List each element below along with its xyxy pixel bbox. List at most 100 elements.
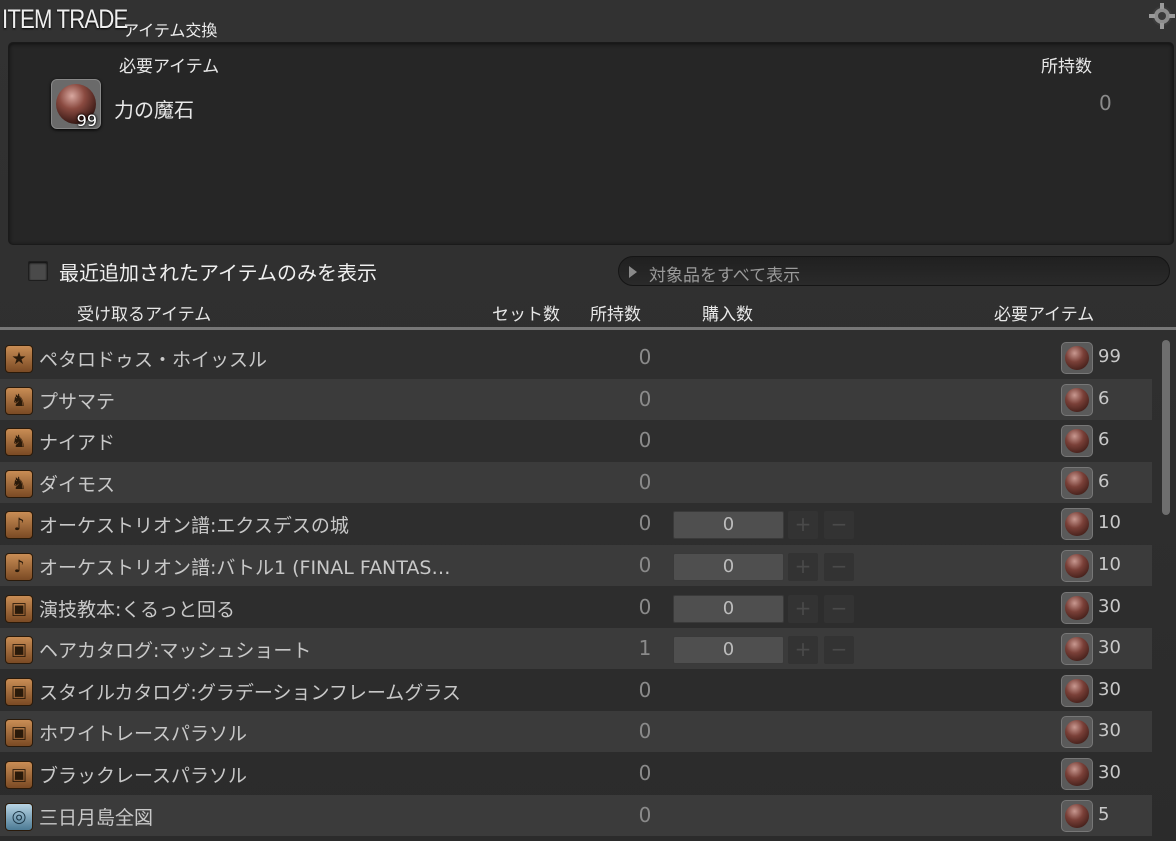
- item-name: ヘアカタログ:マッシュショート: [39, 640, 312, 662]
- cost-gem-icon[interactable]: [1061, 508, 1093, 540]
- column-header-required: 必要アイテム: [994, 305, 1095, 325]
- recent-only-checkbox[interactable]: [28, 261, 48, 281]
- item-cost: 30: [1098, 637, 1121, 658]
- mount-icon: ♞: [5, 387, 33, 415]
- item-name: ナイアド: [39, 432, 116, 454]
- item-cost: 6: [1098, 388, 1110, 409]
- purchase-quantity-input[interactable]: 0: [673, 636, 784, 664]
- required-item-header: 必要アイテム: [119, 57, 220, 77]
- list-item[interactable]: ▣ ホワイトレースパラソル 0 30: [0, 711, 1152, 752]
- cost-gem-icon[interactable]: [1061, 675, 1093, 707]
- required-item-panel: 必要アイテム 所持数 99 力の魔石 0: [8, 42, 1174, 245]
- owned-count-header: 所持数: [1041, 57, 1092, 77]
- cost-gem-icon[interactable]: [1061, 467, 1093, 499]
- play-arrow-icon: [629, 266, 637, 278]
- cost-gem-icon[interactable]: [1061, 758, 1093, 790]
- column-header-purchase: 購入数: [702, 305, 753, 325]
- list-item[interactable]: ♞ ナイアド 0 6: [0, 420, 1152, 461]
- item-cost: 99: [1098, 346, 1121, 367]
- mount-icon: ♞: [5, 428, 33, 456]
- settings-gear-icon[interactable]: [1148, 2, 1176, 30]
- item-cost: 6: [1098, 429, 1110, 450]
- recent-only-label[interactable]: 最近追加されたアイテムのみを表示: [59, 257, 377, 286]
- column-header-receive-item: 受け取るアイテム: [77, 305, 212, 325]
- item-cost: 6: [1098, 471, 1110, 492]
- item-owned-count: 0: [638, 511, 652, 535]
- music-note-icon: ♪: [5, 511, 33, 539]
- mount-icon: ♞: [5, 470, 33, 498]
- chest-icon: ▣: [5, 761, 33, 789]
- decrement-button[interactable]: −: [824, 636, 854, 664]
- list-item[interactable]: ▣ スタイルカタログ:グラデーションフレームグラス 0 30: [0, 670, 1152, 711]
- list-item[interactable]: ♪ オーケストリオン譜:バトル1 (FINAL FANTAS… 0 0 + −10: [0, 545, 1152, 586]
- item-name: 三日月島全図: [39, 807, 154, 829]
- purchase-quantity-input[interactable]: 0: [673, 595, 784, 623]
- window-title: ITEM TRADE: [2, 4, 128, 34]
- decrement-button[interactable]: −: [824, 511, 854, 539]
- list-item[interactable]: ♪ オーケストリオン譜:エクスデスの城 0 0 + −10: [0, 503, 1152, 544]
- map-icon: ◎: [5, 803, 33, 831]
- chest-icon: ▣: [5, 636, 33, 664]
- item-owned-count: 0: [638, 345, 652, 369]
- chest-icon: ▣: [5, 678, 33, 706]
- show-all-button[interactable]: 対象品をすべて表示: [618, 256, 1170, 286]
- list-item[interactable]: ▣ ヘアカタログ:マッシュショート 1 0 + − 30: [0, 628, 1152, 669]
- list-item[interactable]: ◎ 三日月島全図 0 5: [0, 795, 1152, 836]
- item-cost: 30: [1098, 596, 1121, 617]
- item-name: スタイルカタログ:グラデーションフレームグラス: [39, 682, 461, 704]
- item-owned-count: 0: [638, 719, 652, 743]
- purchase-quantity-input[interactable]: 0: [673, 553, 784, 581]
- decrement-button[interactable]: −: [824, 553, 854, 581]
- item-owned-count: 0: [638, 595, 652, 619]
- item-owned-count: 0: [638, 470, 652, 494]
- chest-icon: ▣: [5, 595, 33, 623]
- list-item[interactable]: ★ ペタロドゥス・ホイッスル 0 99: [0, 337, 1152, 378]
- increment-button[interactable]: +: [788, 553, 818, 581]
- cost-gem-icon[interactable]: [1061, 633, 1093, 665]
- star-icon: ★: [5, 345, 33, 373]
- cost-gem-icon[interactable]: [1061, 716, 1093, 748]
- item-cost: 30: [1098, 762, 1121, 783]
- item-name: 演技教本:くるっと回る: [39, 599, 236, 621]
- cost-gem-icon[interactable]: [1061, 592, 1093, 624]
- item-owned-count: 0: [638, 387, 652, 411]
- cost-gem-icon[interactable]: [1061, 550, 1093, 582]
- item-cost: 5: [1098, 804, 1110, 825]
- item-name: ブラックレースパラソル: [39, 765, 248, 787]
- increment-button[interactable]: +: [788, 595, 818, 623]
- cost-gem-icon[interactable]: [1061, 342, 1093, 374]
- item-cost: 10: [1098, 554, 1121, 575]
- purchase-quantity-input[interactable]: 0: [673, 511, 784, 539]
- item-name: プサマテ: [39, 391, 116, 413]
- required-item-quantity: 99: [76, 111, 97, 130]
- title-bar: ITEM TRADE アイテム交換: [0, 0, 1176, 40]
- column-header-set-count: セット数: [492, 305, 560, 325]
- item-owned-count: 0: [638, 553, 652, 577]
- item-owned-count: 1: [638, 636, 652, 660]
- item-owned-count: 0: [638, 428, 652, 452]
- list-item[interactable]: ♞ ダイモス 0 6: [0, 462, 1152, 503]
- list-item[interactable]: ♞ プサマテ 0 6: [0, 379, 1152, 420]
- required-item-icon[interactable]: 99: [51, 79, 101, 130]
- list-item[interactable]: ▣ ブラックレースパラソル 0 30: [0, 753, 1152, 794]
- decrement-button[interactable]: −: [824, 595, 854, 623]
- required-item-owned: 0: [1099, 91, 1112, 115]
- cost-gem-icon[interactable]: [1061, 384, 1093, 416]
- item-owned-count: 0: [638, 678, 652, 702]
- music-note-icon: ♪: [5, 553, 33, 581]
- item-name: オーケストリオン譜:バトル1 (FINAL FANTAS…: [39, 557, 451, 579]
- item-cost: 30: [1098, 720, 1121, 741]
- show-all-label: 対象品をすべて表示: [649, 266, 801, 286]
- item-cost: 10: [1098, 512, 1121, 533]
- list-scrollbar[interactable]: [1162, 340, 1170, 515]
- required-item-name: 力の魔石: [114, 98, 194, 122]
- item-trade-window: ITEM TRADE アイテム交換 必要アイテム 所持数 99 力の魔石 0 最…: [0, 0, 1176, 841]
- increment-button[interactable]: +: [788, 511, 818, 539]
- item-name: ダイモス: [39, 474, 116, 496]
- cost-gem-icon[interactable]: [1061, 800, 1093, 832]
- list-item[interactable]: ▣ 演技教本:くるっと回る 0 0 + −30: [0, 587, 1152, 628]
- column-header-owned: 所持数: [590, 305, 641, 325]
- cost-gem-icon[interactable]: [1061, 425, 1093, 457]
- increment-button[interactable]: +: [788, 636, 818, 664]
- chest-icon: ▣: [5, 719, 33, 747]
